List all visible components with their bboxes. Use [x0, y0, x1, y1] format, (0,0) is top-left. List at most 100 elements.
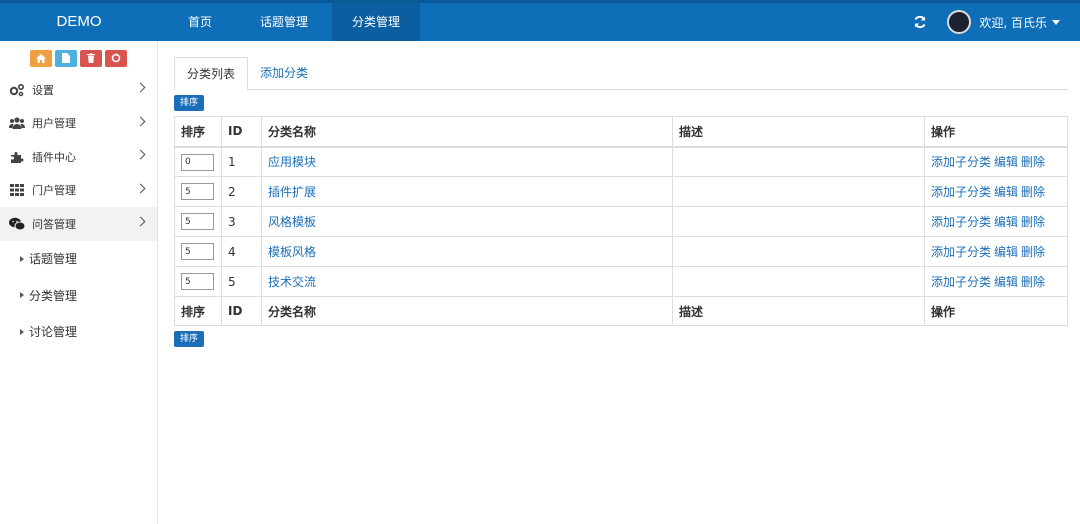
- file-icon[interactable]: [55, 49, 77, 67]
- tab-add-category[interactable]: 添加分类: [248, 57, 320, 90]
- category-name-link[interactable]: 应用模块: [268, 155, 316, 169]
- avatar[interactable]: [947, 10, 972, 34]
- caret-right-icon: [20, 292, 24, 299]
- refresh-icon[interactable]: [913, 15, 927, 29]
- submenu-item-categories[interactable]: 分类管理: [0, 277, 157, 314]
- sidebar-item-label: 用户管理: [32, 117, 76, 131]
- grid-icon: [9, 183, 25, 197]
- category-id: 1: [221, 146, 262, 177]
- sidebar-item-label: 插件中心: [32, 150, 76, 164]
- chevron-right-icon: [135, 82, 146, 93]
- sort-order-input[interactable]: [181, 153, 214, 171]
- sidebar-item-label: 设置: [32, 83, 54, 97]
- column-header-sort: 排序: [174, 116, 222, 148]
- category-description: [672, 266, 925, 297]
- table-row: 2 插件扩展 添加子分类编辑删除: [174, 176, 1068, 207]
- column-footer-actions: 操作: [924, 296, 1068, 326]
- wechat-icon: [9, 217, 25, 231]
- chevron-right-icon: [135, 149, 146, 160]
- home-icon[interactable]: [30, 49, 52, 67]
- sort-order-input[interactable]: [181, 213, 214, 231]
- add-child-category-link[interactable]: 添加子分类: [931, 215, 991, 229]
- submenu-item-label: 分类管理: [29, 288, 78, 303]
- gears-icon: [9, 83, 25, 97]
- column-header-id: ID: [221, 116, 262, 148]
- sort-order-input[interactable]: [181, 243, 214, 261]
- tab-category-list[interactable]: 分类列表: [174, 57, 249, 91]
- main-nav: 首页 话题管理 分类管理: [164, 3, 421, 41]
- category-name-link[interactable]: 模板风格: [268, 245, 316, 259]
- nav-item-topics[interactable]: 话题管理: [236, 3, 332, 41]
- table-footer-row: 排序 ID 分类名称 描述 操作: [174, 296, 1068, 326]
- chevron-right-icon: [135, 216, 146, 227]
- sort-button-bottom[interactable]: 排序: [174, 331, 205, 347]
- delete-link[interactable]: 删除: [1021, 275, 1045, 289]
- delete-link[interactable]: 删除: [1021, 155, 1045, 169]
- table-row: 1 应用模块 添加子分类编辑删除: [174, 146, 1068, 177]
- nav-item-categories[interactable]: 分类管理: [332, 3, 421, 41]
- sidebar-item-label: 门户管理: [32, 184, 76, 198]
- sidebar-item-portal[interactable]: 门户管理: [0, 174, 157, 208]
- edit-link[interactable]: 编辑: [994, 185, 1018, 199]
- category-description: [672, 236, 925, 267]
- sort-order-input[interactable]: [181, 273, 214, 291]
- category-table: 排序 ID 分类名称 描述 操作 1 应用模块 添加子分类编辑删除 2 插件扩展…: [174, 116, 1068, 326]
- chevron-down-icon[interactable]: [1052, 19, 1060, 25]
- submenu-item-label: 话题管理: [29, 252, 78, 267]
- delete-link[interactable]: 删除: [1021, 245, 1045, 259]
- category-description: [672, 176, 925, 207]
- sort-button-top[interactable]: 排序: [174, 95, 205, 111]
- add-child-category-link[interactable]: 添加子分类: [931, 245, 991, 259]
- table-row: 3 风格模板 添加子分类编辑删除: [174, 206, 1068, 237]
- column-footer-id: ID: [221, 296, 262, 326]
- category-id: 2: [221, 176, 262, 207]
- delete-link[interactable]: 删除: [1021, 215, 1045, 229]
- nav-item-home[interactable]: 首页: [164, 3, 236, 41]
- add-child-category-link[interactable]: 添加子分类: [931, 275, 991, 289]
- add-child-category-link[interactable]: 添加子分类: [931, 185, 991, 199]
- column-footer-sort: 排序: [174, 296, 222, 326]
- table-row: 4 模板风格 添加子分类编辑删除: [174, 236, 1068, 267]
- column-footer-description: 描述: [672, 296, 925, 326]
- recycle-icon[interactable]: [105, 49, 127, 67]
- category-id: 3: [221, 206, 262, 237]
- add-child-category-link[interactable]: 添加子分类: [931, 155, 991, 169]
- table-header-row: 排序 ID 分类名称 描述 操作: [174, 116, 1068, 148]
- sort-order-input[interactable]: [181, 183, 214, 201]
- category-description: [672, 146, 925, 177]
- category-description: [672, 206, 925, 237]
- column-header-description: 描述: [672, 116, 925, 148]
- column-header-actions: 操作: [924, 116, 1068, 148]
- submenu-item-discussions[interactable]: 讨论管理: [0, 314, 157, 351]
- sidebar-item-plugins[interactable]: 插件中心: [0, 140, 157, 174]
- caret-right-icon: [20, 328, 24, 335]
- sidebar-item-qa[interactable]: 问答管理: [0, 207, 157, 241]
- category-name-link[interactable]: 插件扩展: [268, 185, 316, 199]
- column-footer-name: 分类名称: [261, 296, 673, 326]
- users-icon: [9, 116, 25, 130]
- sidebar-item-users[interactable]: 用户管理: [0, 107, 157, 141]
- caret-right-icon: [20, 255, 24, 262]
- submenu-item-topics[interactable]: 话题管理: [0, 241, 157, 278]
- brand-logo[interactable]: DEMO: [0, 3, 158, 41]
- user-area: 欢迎, 百氏乐: [913, 3, 1060, 41]
- column-header-name: 分类名称: [261, 116, 673, 148]
- edit-link[interactable]: 编辑: [994, 155, 1018, 169]
- delete-link[interactable]: 删除: [1021, 185, 1045, 199]
- submenu-item-label: 讨论管理: [29, 325, 78, 340]
- welcome-text[interactable]: 欢迎, 百氏乐: [979, 14, 1047, 31]
- sidebar-shortcuts: [0, 41, 157, 73]
- chevron-right-icon: [135, 183, 146, 193]
- top-navbar: DEMO 首页 话题管理 分类管理 欢迎, 百氏乐: [0, 0, 1080, 41]
- sidebar: 设置 用户管理 插件中心 门户管理 问答管理 话题管理 分类管理 讨论管理: [0, 41, 158, 524]
- edit-link[interactable]: 编辑: [994, 275, 1018, 289]
- category-name-link[interactable]: 技术交流: [268, 275, 316, 289]
- puzzle-icon: [9, 150, 25, 164]
- category-name-link[interactable]: 风格模板: [268, 215, 316, 229]
- edit-link[interactable]: 编辑: [994, 215, 1018, 229]
- sidebar-item-settings[interactable]: 设置: [0, 73, 157, 107]
- category-id: 4: [221, 236, 262, 267]
- tab-bar: 分类列表 添加分类: [174, 57, 1068, 91]
- edit-link[interactable]: 编辑: [994, 245, 1018, 259]
- trash-icon[interactable]: [80, 49, 102, 67]
